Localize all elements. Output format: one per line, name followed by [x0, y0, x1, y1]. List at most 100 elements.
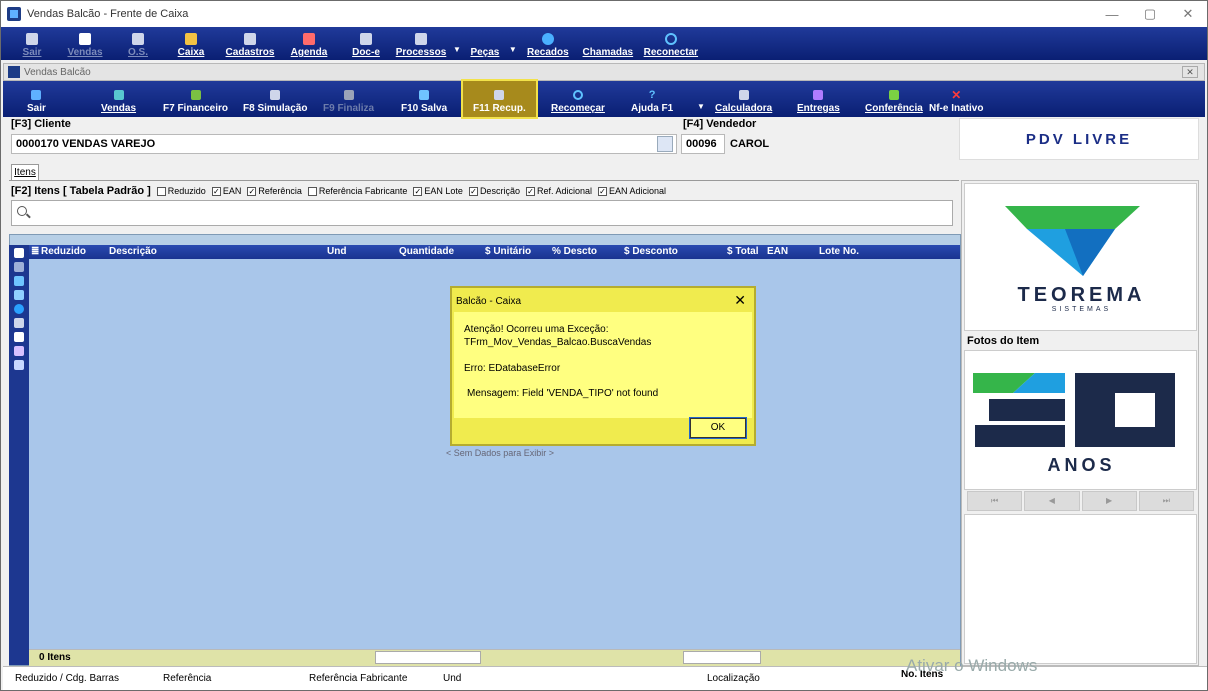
x-icon: ✕ [951, 88, 962, 102]
nav-first-button[interactable]: ⏮ [967, 491, 1023, 511]
dialog-title: Balcão - Caixa [456, 296, 522, 307]
btn-conferencia[interactable]: Conferência [865, 81, 923, 117]
document-icon [360, 33, 372, 45]
ok-button[interactable]: OK [689, 417, 747, 439]
toolbar-recados[interactable]: Recados [521, 27, 575, 60]
status-referencia: Referência [163, 673, 212, 684]
tools-icon [132, 33, 144, 45]
refresh-icon [664, 33, 677, 45]
checkbox-referencia-fabricante[interactable]: Referência Fabricante [307, 186, 407, 196]
grid-empty-message: < Sem Dados para Exibir > [446, 448, 555, 458]
toolbar-cadastros[interactable]: Cadastros [221, 27, 279, 60]
btn-recup[interactable]: F11 Recup. [461, 79, 538, 119]
toolbar-doc-e[interactable]: Doc-e [339, 27, 393, 60]
col-quantidade[interactable]: Quantidade [399, 246, 454, 257]
search-input[interactable] [11, 200, 953, 226]
toolbar-chamadas[interactable]: Chamadas [575, 27, 641, 60]
mdi-titlebar: Vendas Balcão ✕ [3, 63, 1205, 81]
close-button[interactable]: ✕ [1169, 1, 1207, 27]
fotos-image: ANOS [964, 350, 1197, 490]
toolbar-os[interactable]: O.S. [115, 27, 161, 60]
dialog-line-3: Erro: EDatabaseError [464, 363, 561, 374]
cliente-field[interactable]: 0000170 VENDAS VAREJO [11, 134, 677, 154]
btn-finaliza[interactable]: F9 Finaliza [323, 81, 374, 117]
col-menu-icon[interactable]: ≣ [31, 246, 39, 257]
btn-nfe-inativo[interactable]: ✕ Nf-e Inativo [929, 81, 983, 117]
calendar-icon [303, 33, 315, 45]
checkbox-descricao[interactable]: ✓ Descrição [468, 186, 520, 196]
windows-watermark: Ativar o Windows [906, 656, 1038, 675]
cliente-label: [F3] Cliente [11, 118, 71, 130]
col-ean[interactable]: EAN [767, 246, 788, 257]
calendar-icon[interactable] [14, 346, 24, 356]
vendedor-code[interactable]: 00096 [681, 134, 725, 154]
toolbar-reconectar[interactable]: Reconectar [641, 27, 701, 60]
btn-salva[interactable]: F10 Salva [401, 81, 447, 117]
dialog-close-icon[interactable]: ✕ [734, 292, 746, 309]
vendedor-label: [F4] Vendedor [683, 118, 757, 130]
toolbar-caixa[interactable]: Caixa [161, 27, 221, 60]
phone-icon [602, 33, 614, 45]
toolbar-vendas[interactable]: Vendas [55, 27, 115, 60]
toolbar-sair[interactable]: Sair [9, 27, 55, 60]
col-reduzido[interactable]: Reduzido [41, 246, 86, 257]
grid-icon[interactable] [14, 318, 24, 328]
ajuda-dropdown-icon[interactable]: ▼ [697, 102, 705, 111]
help-icon: ? [648, 89, 656, 101]
fotos-nav: ⏮ ◀ ▶ ⏭ [967, 491, 1194, 511]
info-icon[interactable] [14, 304, 24, 314]
checkbox-ref-adicional[interactable]: ✓ Ref. Adicional [525, 186, 592, 196]
side-icon-4[interactable] [14, 290, 24, 300]
processos-dropdown-icon[interactable]: ▼ [453, 45, 461, 60]
btn-entregas[interactable]: Entregas [797, 81, 840, 117]
col-total[interactable]: $ Total [727, 246, 758, 257]
btn-simulacao[interactable]: F8 Simulação [243, 81, 307, 117]
btn-financeiro[interactable]: F7 Financeiro [163, 81, 228, 117]
sub-toolbar: Sair Vendas F7 Financeiro F8 Simulação F… [3, 79, 1205, 119]
nav-last-button[interactable]: ⏭ [1138, 491, 1194, 511]
btn-vendas[interactable]: Vendas [101, 81, 136, 117]
checkbox-ean-lote[interactable]: ✓ EAN Lote [413, 186, 463, 196]
money-icon [190, 90, 201, 100]
toolbar-processos[interactable]: Processos [393, 27, 449, 60]
side-icon-2[interactable] [14, 262, 24, 272]
toolbar-agenda[interactable]: Agenda [279, 27, 339, 60]
save-icon [419, 90, 430, 100]
minimize-button[interactable]: — [1093, 1, 1131, 27]
pecas-dropdown-icon[interactable]: ▼ [509, 45, 517, 60]
btn-sair[interactable]: Sair [27, 81, 46, 117]
items-header: [F2] Itens [ Tabela Padrão ] [11, 185, 151, 197]
side-icon-3[interactable] [14, 276, 24, 286]
mdi-close-button[interactable]: ✕ [1182, 66, 1198, 78]
nav-prev-button[interactable]: ◀ [1024, 491, 1080, 511]
col-unitario[interactable]: $ Unitário [485, 246, 531, 257]
checkbox-ean[interactable]: ✓ EAN [211, 186, 241, 196]
col-lote[interactable]: Lote No. [819, 246, 859, 257]
col-desconto[interactable]: $ Desconto [624, 246, 678, 257]
edit-icon[interactable] [14, 360, 24, 370]
btn-ajuda[interactable]: ? Ajuda F1 [631, 81, 673, 117]
teorema-logo: TEOREMA SISTEMAS [964, 183, 1197, 331]
col-und[interactable]: Und [327, 246, 346, 257]
side-icon-1[interactable] [14, 248, 24, 258]
dialog-body: Atenção! Ocorreu uma Exceção: TFrm_Mov_V… [454, 312, 752, 418]
finalize-icon [343, 90, 354, 100]
checkbox-reduzido[interactable]: Reduzido [156, 186, 206, 196]
col-descricao[interactable]: Descrição [109, 246, 157, 257]
recover-icon [494, 90, 505, 100]
maximize-button[interactable]: ▢ [1131, 1, 1169, 27]
back-icon [31, 90, 42, 100]
toolbar-pecas[interactable]: Peças [465, 27, 505, 60]
brand-sub: SISTEMAS [1051, 306, 1112, 313]
registry-icon [244, 33, 256, 45]
checkbox-referencia[interactable]: ✓ Referência [247, 186, 302, 196]
parts-icon [479, 33, 491, 45]
btn-recomecar[interactable]: Recomeçar [551, 81, 605, 117]
search-cliente-icon[interactable] [657, 136, 673, 152]
col-descto[interactable]: % Descto [552, 246, 597, 257]
tab-itens[interactable]: Itens [11, 164, 39, 180]
btn-calculadora[interactable]: Calculadora [715, 81, 772, 117]
nav-next-button[interactable]: ▶ [1081, 491, 1137, 511]
document-icon[interactable] [14, 332, 24, 342]
checkbox-ean-adicional[interactable]: ✓ EAN Adicional [598, 186, 666, 196]
